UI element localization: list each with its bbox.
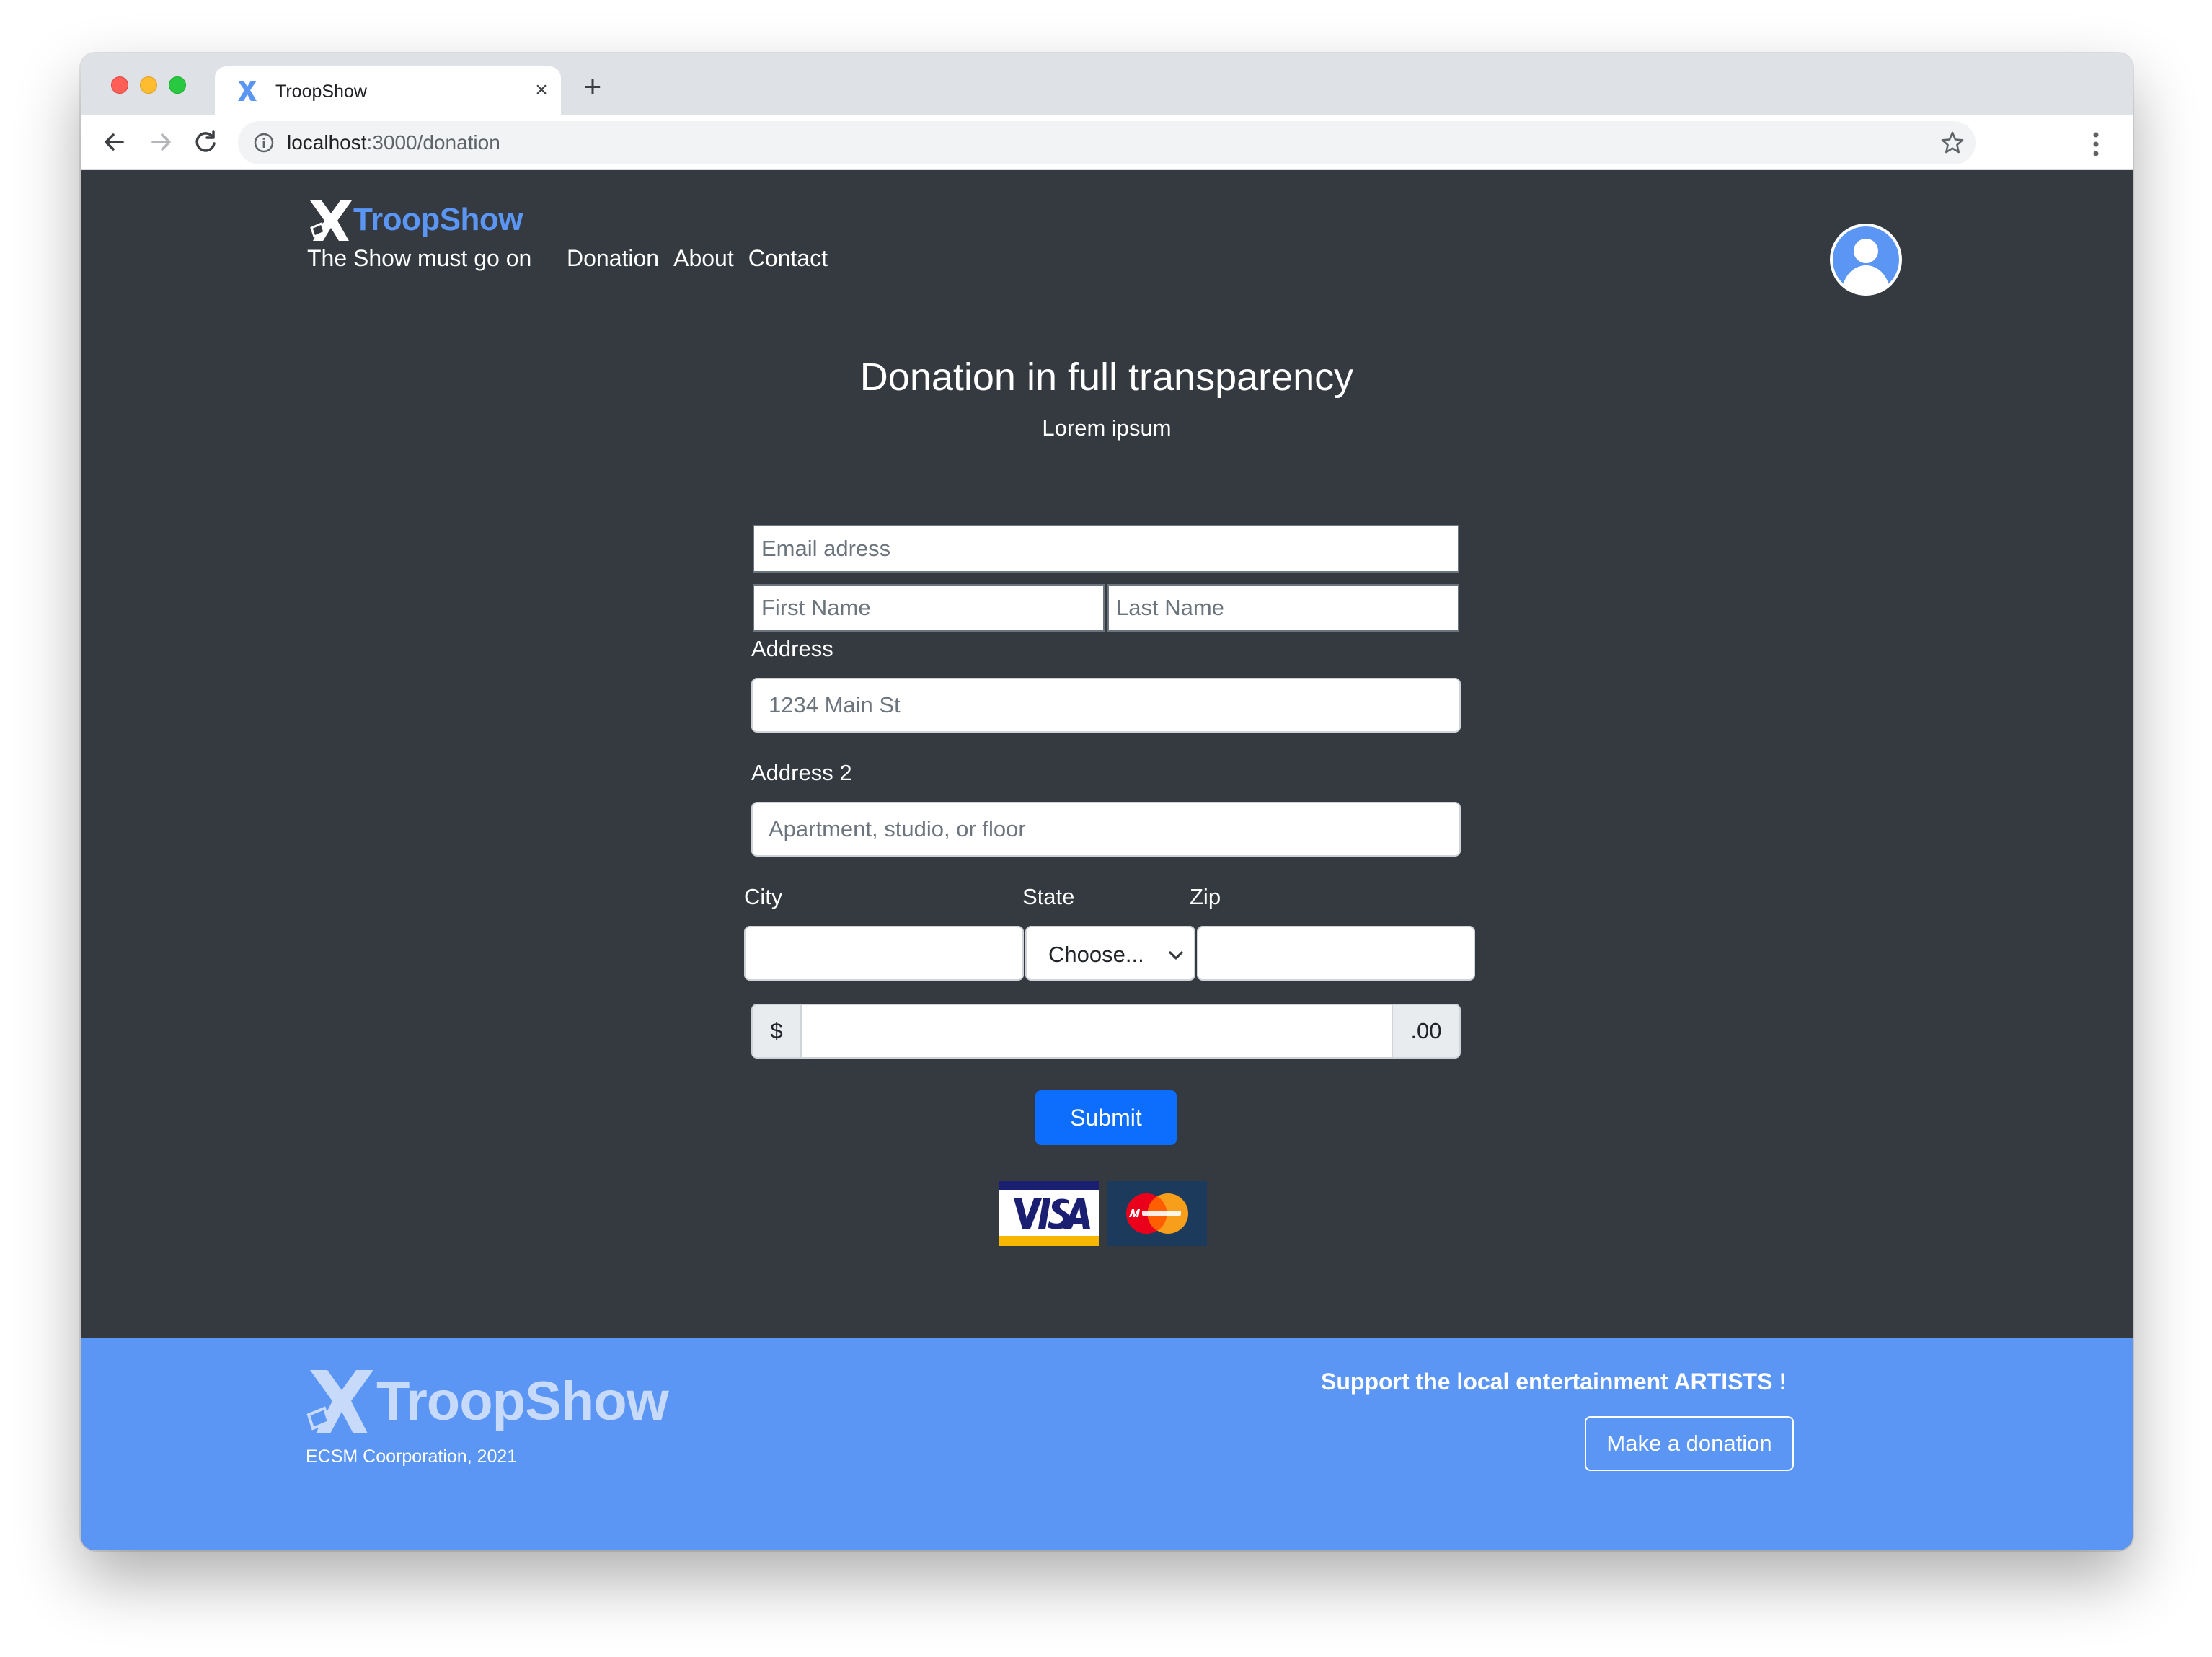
tab-title: TroopShow [275, 81, 367, 102]
url-path: :3000/donation [366, 131, 500, 154]
email-input[interactable] [753, 525, 1459, 573]
state-select-value: Choose... [1048, 942, 1144, 967]
back-arrow-icon[interactable] [98, 125, 131, 159]
url-text: localhost:3000/donation [287, 131, 500, 154]
zip-label: Zip [1190, 884, 1221, 909]
troopshow-favicon-icon [238, 81, 257, 101]
browser-tab[interactable]: TroopShow × [215, 66, 561, 115]
kebab-menu-icon[interactable] [2092, 131, 2100, 157]
form-subtitle: Lorem ipsum [1042, 415, 1172, 441]
nav-contact[interactable]: Contact [748, 245, 828, 272]
user-avatar-icon[interactable] [1830, 224, 1902, 296]
new-tab-button[interactable]: + [578, 71, 607, 102]
last-name-input[interactable] [1107, 584, 1459, 632]
currency-prefix: $ [751, 1004, 802, 1059]
footer-brand-name: TroopShow [376, 1371, 669, 1432]
address-bar[interactable]: localhost:3000/donation [238, 121, 1976, 164]
city-input[interactable] [744, 926, 1024, 981]
visa-logo-icon [999, 1181, 1099, 1246]
city-label: City [744, 884, 783, 909]
make-donation-button[interactable]: Make a donation [1585, 1416, 1794, 1471]
address2-label: Address 2 [751, 760, 852, 785]
state-select[interactable]: Choose... [1025, 926, 1195, 981]
zip-input[interactable] [1197, 926, 1475, 981]
nav-about[interactable]: About [673, 245, 734, 272]
troopshow-logo-icon [310, 200, 352, 241]
main-nav: Donation About Contact [567, 245, 828, 272]
close-tab-icon[interactable]: × [531, 79, 552, 101]
state-label: State [1022, 884, 1075, 909]
amount-input-group: $ .00 [751, 1004, 1461, 1059]
close-window-button[interactable] [111, 76, 128, 94]
url-host: localhost [287, 131, 367, 154]
maximize-window-button[interactable] [169, 76, 186, 94]
minimize-window-button[interactable] [140, 76, 157, 94]
browser-window: TroopShow × + localhost:3000/donation Tr… [81, 53, 2133, 1550]
footer: TroopShow ECSM Coorporation, 2021 Suppor… [81, 1338, 2133, 1550]
footer-support-text: Support the local entertainment ARTISTS … [1321, 1369, 1787, 1395]
form-title: Donation in full transparency [859, 355, 1354, 399]
forward-arrow-icon[interactable] [144, 125, 177, 159]
bookmark-star-icon[interactable] [1939, 130, 1965, 156]
address-input[interactable] [751, 678, 1461, 733]
browser-toolbar: localhost:3000/donation [81, 115, 2133, 170]
address2-input[interactable] [751, 802, 1461, 857]
brand-tagline: The Show must go on [307, 245, 532, 271]
mastercard-logo-icon [1107, 1181, 1207, 1246]
nav-donation[interactable]: Donation [567, 245, 659, 272]
brand-name: TroopShow [353, 202, 523, 237]
submit-button[interactable]: Submit [1035, 1090, 1177, 1145]
site-info-icon[interactable] [252, 131, 275, 154]
tab-strip: TroopShow × + [81, 53, 2133, 115]
amount-input[interactable] [800, 1004, 1393, 1059]
reload-icon[interactable] [189, 125, 222, 159]
address-label: Address [751, 636, 833, 661]
donation-page: TroopShow The Show must go on Donation A… [81, 170, 2133, 1550]
footer-copyright: ECSM Coorporation, 2021 [306, 1446, 518, 1467]
first-name-input[interactable] [753, 584, 1105, 632]
currency-suffix: .00 [1392, 1004, 1461, 1059]
chevron-down-icon [1169, 951, 1183, 960]
troopshow-logo-icon [306, 1370, 373, 1433]
